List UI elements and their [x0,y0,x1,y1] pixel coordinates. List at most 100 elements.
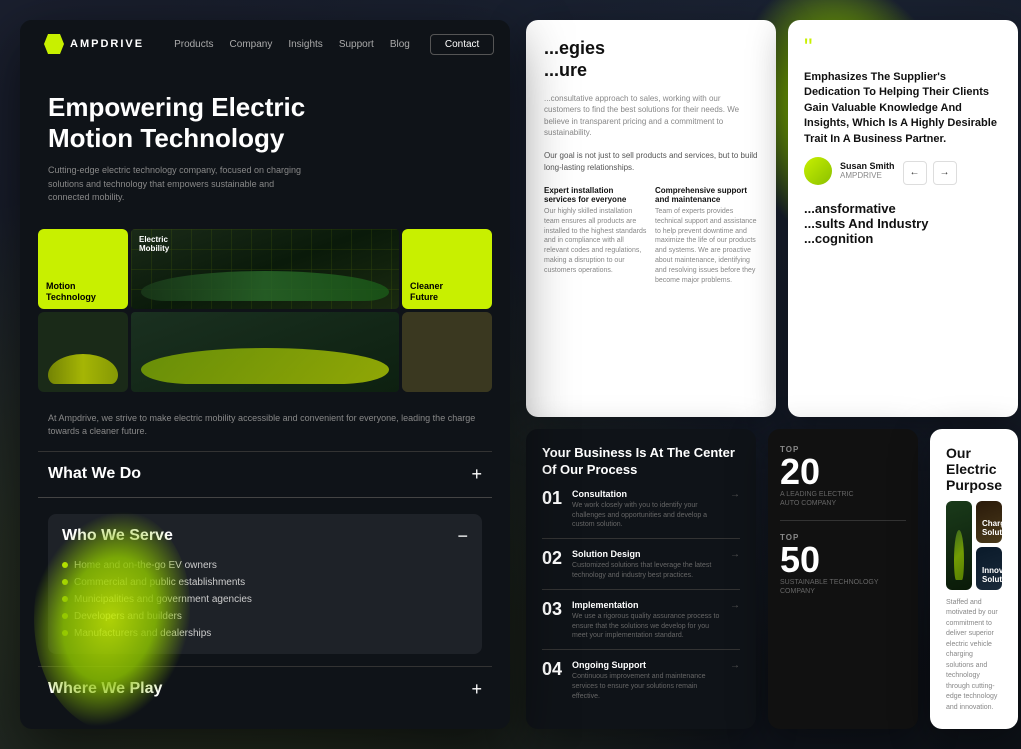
grid-cell-bottom-left [38,312,128,392]
interior-label: InnovativeSolutions [982,566,1002,584]
quote-icon: " [804,36,1002,60]
prev-arrow[interactable]: ← [903,161,927,185]
accordion-header-what[interactable]: What We Do + [48,464,482,485]
testimonial-nav: ← → [903,161,957,185]
panel-purpose: Our Electric Purpose ChargingSolutions I… [930,429,1018,729]
award-0: TOP 20 A LEADING ELECTRICAUTO COMPANY [780,445,854,508]
accordion-item-what: What We Do + [38,451,492,497]
hero-subtitle: Cutting-edge electric technology company… [48,164,308,205]
step-title-0: Consultation [572,489,720,499]
process-step-3: 04 Ongoing Support Continuous improvemen… [542,660,740,709]
process-step-1: 02 Solution Design Customized solutions … [542,549,740,590]
author-details: Susan Smith AMPDRIVE [840,161,895,180]
award-1: TOP 50 SUSTAINABLE TECHNOLOGYCOMPANY [780,533,879,596]
navbar: AMPDRIVE Products Company Insights Suppo… [20,20,510,68]
panel-strategies: ...egies...ure ...consultative approach … [526,20,776,417]
award-badge-1: TOP 50 SUSTAINABLE TECHNOLOGYCOMPANY [780,533,906,596]
step-arrow-1: → [730,549,740,560]
award-divider [780,520,906,521]
strategies-body: Our goal is not just to sell products an… [544,150,758,174]
step-number-2: 03 [542,600,562,618]
step-desc-3: Continuous improvement and maintenance s… [572,672,720,701]
award-desc-1: SUSTAINABLE TECHNOLOGYCOMPANY [780,578,879,596]
strategies-subtitle: ...consultative approach to sales, worki… [544,93,758,138]
hero-section: Empowering ElectricMotion Technology Cut… [20,68,510,217]
cleaner-label: CleanerFuture [410,281,443,303]
service-desc-0: Our highly skilled installation team ens… [544,207,647,276]
step-desc-0: We work closely with you to identify you… [572,501,720,530]
process-step-0: 01 Consultation We work closely with you… [542,489,740,539]
service-title-0: Expert installation services for everyon… [544,186,647,204]
step-content-1: Solution Design Customized solutions tha… [572,549,720,581]
grid-label-motion: MotionTechnology [46,281,96,303]
electric-label: ElectricMobility [139,235,169,253]
nav-link-insights[interactable]: Insights [288,39,322,50]
author-info: Susan Smith AMPDRIVE ← → [804,157,1002,185]
logo-icon [44,34,64,54]
right-top-row: ...egies...ure ...consultative approach … [526,20,1018,417]
step-arrow-2: → [730,600,740,611]
grid-cell-cleaner: CleanerFuture [402,229,492,309]
panel-testimonial: " Emphasizes The Supplier's Dedication T… [788,20,1018,417]
nav-link-blog[interactable]: Blog [390,39,410,50]
step-number-3: 04 [542,660,562,678]
award-badge-0: TOP 20 A LEADING ELECTRICAUTO COMPANY [780,445,906,508]
testimonial-text: Emphasizes The Supplier's Dedication To … [804,70,1002,147]
step-title-2: Implementation [572,600,720,610]
grid-cell-motion: MotionTechnology [38,229,128,309]
grid-sub-electric: ElectricMobility [131,229,399,309]
mission-text: At Ampdrive, we strive to make electric … [20,404,510,451]
step-number-1: 02 [542,549,562,567]
accordion-icon-what: + [471,464,482,485]
accordion-icon-where: + [471,679,482,700]
services-grid: Expert installation services for everyon… [544,186,758,285]
nav-links: Products Company Insights Support Blog [174,39,410,50]
strategies-title: ...egies...ure [544,38,758,81]
step-number-0: 01 [542,489,562,507]
nav-logo: AMPDRIVE [44,34,144,54]
hero-title: Empowering ElectricMotion Technology [48,92,482,154]
purpose-img-charge: ChargingSolutions [976,501,1002,543]
image-grid: MotionTechnology ElectricMobility [38,229,492,392]
purpose-images: ChargingSolutions InnovativeSolutions [946,501,1002,590]
right-bottom-row: Your Business Is At The Center Of Our Pr… [526,429,1018,729]
process-title: Your Business Is At The Center Of Our Pr… [542,445,740,479]
nav-link-products[interactable]: Products [174,39,213,50]
transformative-title: ...ansformative...sults And Industry...c… [804,201,1002,246]
panel-process: Your Business Is At The Center Of Our Pr… [526,429,756,729]
step-desc-2: We use a rigorous quality assurance proc… [572,612,720,641]
service-item-1: Comprehensive support and maintenance Te… [655,186,758,285]
right-panels: ...egies...ure ...consultative approach … [526,20,1018,729]
award-desc-0: A LEADING ELECTRICAUTO COMPANY [780,490,854,508]
award-number-0: 20 [780,454,854,490]
charge-label: ChargingSolutions [982,519,1002,537]
step-desc-1: Customized solutions that leverage the l… [572,561,720,581]
step-content-3: Ongoing Support Continuous improvement a… [572,660,720,701]
next-arrow[interactable]: → [933,161,957,185]
step-arrow-0: → [730,489,740,500]
purpose-text: Staffed and motivated by our commitment … [946,598,1002,714]
step-content-2: Implementation We use a rigorous quality… [572,600,720,641]
step-content-0: Consultation We work closely with you to… [572,489,720,530]
nav-link-company[interactable]: Company [230,39,273,50]
author-avatar [804,157,832,185]
purpose-title: Our Electric Purpose [946,445,1002,493]
purpose-img-car [946,501,972,590]
accordion-title-what: What We Do [48,465,141,483]
step-title-1: Solution Design [572,549,720,559]
logo-text: AMPDRIVE [70,38,144,50]
nav-link-support[interactable]: Support [339,39,374,50]
grid-cell-drone [402,312,492,392]
panel-awards: TOP 20 A LEADING ELECTRICAUTO COMPANY TO… [768,429,918,729]
contact-button[interactable]: Contact [430,34,494,55]
service-desc-1: Team of experts provides technical suppo… [655,207,758,285]
step-title-3: Ongoing Support [572,660,720,670]
accordion-icon-who: − [457,526,468,547]
author-role: AMPDRIVE [840,171,895,180]
process-step-2: 03 Implementation We use a rigorous qual… [542,600,740,650]
grid-sub-car [131,312,399,392]
step-arrow-3: → [730,660,740,671]
award-number-1: 50 [780,542,879,578]
service-item-0: Expert installation services for everyon… [544,186,647,285]
purpose-img-interior: InnovativeSolutions [976,547,1002,589]
